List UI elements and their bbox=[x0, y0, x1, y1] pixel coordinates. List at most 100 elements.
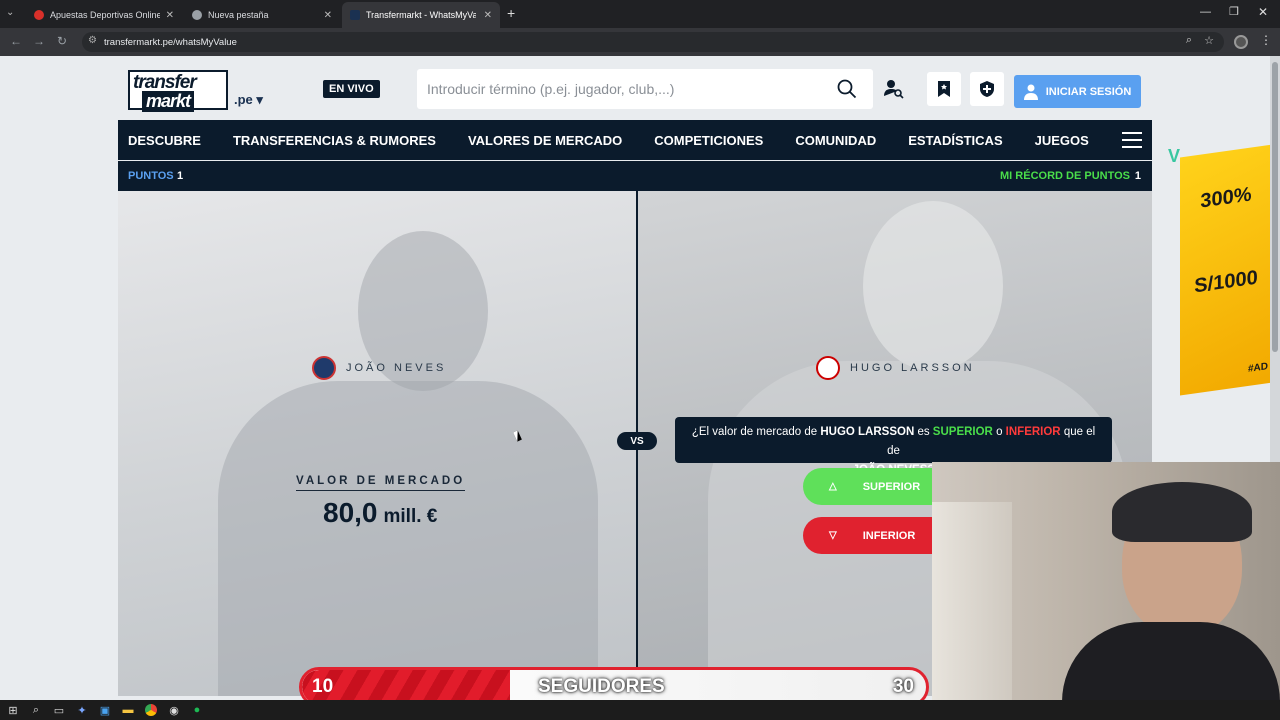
nav-item-comunidad[interactable]: COMUNIDAD bbox=[795, 133, 876, 148]
spotify-icon[interactable]: ● bbox=[190, 703, 204, 717]
right-player-name: HUGO LARSSON bbox=[816, 356, 975, 380]
tab-favicon-icon bbox=[192, 10, 202, 20]
logo-line2: markt bbox=[142, 91, 195, 112]
task-view-icon[interactable]: ▭ bbox=[52, 703, 66, 717]
question-text: ¿El valor de mercado de bbox=[691, 426, 821, 438]
followers-goal: 30 bbox=[892, 676, 914, 697]
webcam-overlay bbox=[932, 462, 1280, 720]
question-text: es bbox=[914, 426, 933, 438]
tab-title: Apuestas Deportivas Online | A bbox=[50, 10, 160, 20]
followers-progress-fill bbox=[302, 670, 510, 704]
nav-item-transferencias[interactable]: TRANSFERENCIAS & RUMORES bbox=[233, 133, 436, 148]
right-player-name-text: HUGO LARSSON bbox=[850, 362, 975, 374]
store-icon[interactable]: ▣ bbox=[98, 703, 112, 717]
tab-close-icon[interactable]: ✕ bbox=[324, 10, 332, 21]
url-text: transfermarkt.pe/whatsMyValue bbox=[104, 36, 237, 48]
minimize-icon[interactable]: — bbox=[1200, 6, 1211, 18]
bookmark-star-icon[interactable]: ☆ bbox=[1204, 34, 1214, 47]
close-window-icon[interactable]: ✕ bbox=[1258, 5, 1268, 19]
browser-tab-new[interactable]: Nueva pestaña ✕ bbox=[184, 2, 340, 28]
copilot-icon[interactable]: ✦ bbox=[75, 703, 89, 717]
bookmark-icon bbox=[938, 81, 950, 97]
ad-line3: #AD bbox=[1247, 361, 1268, 375]
nav-item-competiciones[interactable]: COMPETICIONES bbox=[654, 133, 763, 148]
followers-current: 10 bbox=[312, 676, 334, 697]
question-box: ¿El valor de mercado de HUGO LARSSON es … bbox=[675, 417, 1112, 476]
address-bar[interactable]: ⚙ transfermarkt.pe/whatsMyValue ⌕ ☆ bbox=[82, 32, 1224, 52]
left-player-panel: JOÃO NEVES VALOR DE MERCADO 80,0 mill. € bbox=[118, 191, 636, 696]
ad-line1: 300% bbox=[1200, 183, 1252, 213]
forward-arrow-icon[interactable]: → bbox=[33, 34, 45, 48]
player-jersey-left bbox=[218, 381, 598, 696]
advertisement-banner[interactable]: 300% S/1000 #AD bbox=[1180, 144, 1270, 396]
tab-title: Transfermarkt - WhatsMyValue bbox=[366, 10, 476, 20]
zoom-icon[interactable]: ⌕ bbox=[1186, 34, 1192, 47]
webcam-person-hair bbox=[1112, 482, 1252, 542]
obs-icon[interactable]: ◉ bbox=[167, 703, 181, 717]
main-navigation: DESCUBRE TRANSFERENCIAS & RUMORES VALORE… bbox=[118, 120, 1152, 160]
scrollbar-thumb[interactable] bbox=[1272, 62, 1278, 352]
question-lower: INFERIOR bbox=[1005, 426, 1061, 438]
new-tab-icon[interactable]: + bbox=[507, 5, 515, 21]
nav-item-valores[interactable]: VALORES DE MERCADO bbox=[468, 133, 622, 148]
search-bar[interactable]: Introducir término (p.ej. jugador, club,… bbox=[417, 69, 873, 109]
browser-tab-strip: ⌄ Apuestas Deportivas Online | A ✕ Nueva… bbox=[0, 0, 1280, 28]
country-selector[interactable]: .pe ▾ bbox=[234, 92, 263, 108]
market-value-label: VALOR DE MERCADO bbox=[296, 475, 466, 491]
tab-favicon-icon bbox=[350, 10, 360, 20]
followers-label: SEGUIDORES bbox=[538, 676, 665, 697]
reload-icon[interactable]: ↻ bbox=[57, 34, 67, 48]
market-value-unit: mill. € bbox=[383, 506, 438, 527]
nav-item-descubre[interactable]: DESCUBRE bbox=[128, 133, 201, 148]
vs-badge: VS bbox=[617, 432, 657, 450]
search-icon[interactable] bbox=[837, 79, 857, 99]
tab-search-icon[interactable]: ⌄ bbox=[6, 7, 14, 18]
tab-close-icon[interactable]: ✕ bbox=[484, 10, 492, 21]
points-label: PUNTOS bbox=[128, 170, 174, 182]
chrome-icon[interactable] bbox=[144, 703, 158, 717]
v-logo-icon: V bbox=[1168, 146, 1181, 166]
transfermarkt-logo[interactable]: transfer markt bbox=[128, 70, 228, 112]
search-input[interactable]: Introducir término (p.ej. jugador, club,… bbox=[427, 81, 674, 97]
search-icon[interactable]: ⌕ bbox=[29, 703, 43, 717]
windows-start-icon[interactable]: ⊞ bbox=[6, 703, 20, 717]
nav-item-estadisticas[interactable]: ESTADÍSTICAS bbox=[908, 133, 1002, 148]
file-explorer-icon[interactable]: ▬ bbox=[121, 703, 135, 717]
live-badge[interactable]: EN VIVO bbox=[323, 80, 380, 98]
profile-avatar-icon[interactable] bbox=[1234, 35, 1248, 49]
shield-icon bbox=[980, 81, 994, 97]
psg-crest-icon bbox=[312, 356, 336, 380]
ad-line2: S/1000 bbox=[1194, 266, 1258, 298]
lower-button-label: INFERIOR bbox=[862, 529, 916, 542]
hamburger-menu-icon[interactable] bbox=[1122, 132, 1142, 148]
question-higher: SUPERIOR bbox=[932, 426, 993, 438]
left-player-name-text: JOÃO NEVES bbox=[346, 362, 447, 374]
market-value-number: 80,0 bbox=[323, 497, 378, 528]
login-button[interactable]: INICIAR SESIÓN bbox=[1014, 75, 1141, 108]
record-label: MI RÉCORD DE PUNTOS bbox=[1000, 170, 1130, 182]
watchlist-button[interactable] bbox=[927, 72, 961, 106]
privacy-button[interactable] bbox=[970, 72, 1004, 106]
points-value: 1 bbox=[177, 170, 184, 182]
browser-tab-transfermarkt[interactable]: Transfermarkt - WhatsMyValue ✕ bbox=[342, 2, 500, 28]
windows-taskbar: ⊞ ⌕ ▭ ✦ ▣ ▬ ◉ ● bbox=[0, 700, 1280, 720]
triangle-up-icon: △ bbox=[829, 481, 837, 492]
eintracht-crest-icon bbox=[816, 356, 840, 380]
back-arrow-icon[interactable]: ← bbox=[10, 34, 22, 48]
tab-close-icon[interactable]: ✕ bbox=[166, 10, 174, 21]
score-bar: PUNTOS 1 MI RÉCORD DE PUNTOS 1 bbox=[118, 161, 1152, 191]
login-label: INICIAR SESIÓN bbox=[1045, 85, 1132, 98]
user-search-icon bbox=[884, 80, 904, 99]
restore-icon[interactable]: ❐ bbox=[1229, 5, 1239, 18]
market-value: 80,0 mill. € bbox=[323, 497, 437, 529]
nav-item-juegos[interactable]: JUEGOS bbox=[1035, 133, 1089, 148]
triangle-down-icon: ▽ bbox=[829, 530, 837, 541]
browser-menu-icon[interactable]: ⋮ bbox=[1260, 33, 1272, 47]
tab-title: Nueva pestaña bbox=[208, 10, 269, 20]
browser-tab-apuestas[interactable]: Apuestas Deportivas Online | A ✕ bbox=[26, 2, 182, 28]
higher-button-label: SUPERIOR bbox=[862, 480, 921, 493]
question-player-b: HUGO LARSSON bbox=[820, 426, 915, 438]
record-value: 1 bbox=[1134, 170, 1141, 182]
player-search-button[interactable] bbox=[877, 72, 911, 106]
site-info-icon[interactable]: ⚙ bbox=[88, 35, 97, 46]
